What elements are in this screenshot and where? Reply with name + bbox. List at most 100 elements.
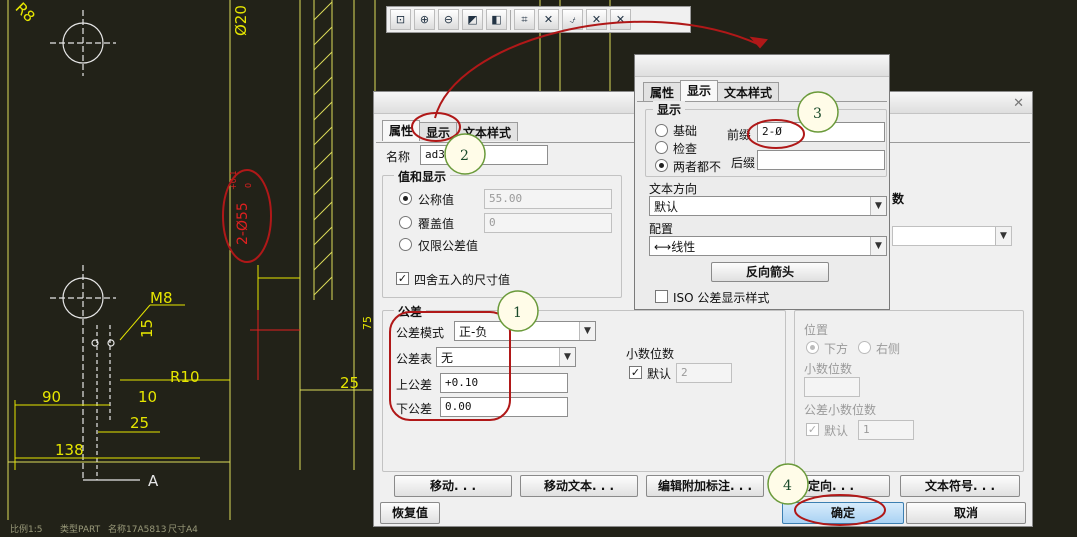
value-group-title: 值和显示	[394, 168, 451, 185]
dim-90[interactable]: 90	[42, 388, 61, 406]
cancel-button[interactable]: 取消	[906, 502, 1026, 524]
lower-tolerance-input[interactable]: 0.00	[440, 397, 568, 417]
dim-138[interactable]: 138	[55, 441, 84, 459]
flip-arrows-button[interactable]: 反向箭头	[711, 262, 829, 282]
repaint-icon[interactable]: ◩	[462, 9, 483, 30]
nominal-value-input[interactable]: 55.00	[484, 189, 612, 209]
upper-tolerance-input[interactable]: +0.10	[440, 373, 568, 393]
right-config-select[interactable]: ▼	[892, 226, 1012, 246]
tol-default-label: 默认	[824, 424, 849, 438]
front-titlebar[interactable]	[635, 55, 889, 77]
dim-m8[interactable]: M8	[150, 289, 173, 307]
default-decimals-label: 默认	[647, 367, 672, 381]
config-value: ⟷线性	[654, 240, 696, 254]
name-label: 名称	[386, 150, 411, 164]
neither-label: 两者都不	[673, 160, 722, 174]
front-tabs: 属性 显示 文本样式	[643, 80, 780, 101]
name-input[interactable]: ad3	[420, 145, 548, 165]
override-radio[interactable]	[399, 216, 412, 229]
default-decimals-checkbox[interactable]: ✓	[629, 366, 642, 379]
close-icon[interactable]: ✕	[1013, 96, 1024, 111]
tol-default-input[interactable]: 1	[858, 420, 914, 440]
chevron-down-icon: ▼	[870, 197, 886, 215]
zoom-out-icon[interactable]: ⊖	[438, 9, 459, 30]
datum-plane-icon[interactable]: ✕	[538, 9, 559, 30]
zoom-fit-icon[interactable]: ⊡	[390, 9, 411, 30]
text-direction-select[interactable]: 默认 ▼	[649, 196, 887, 216]
basic-radio[interactable]	[655, 124, 668, 137]
dim-r10[interactable]: R10	[170, 368, 200, 386]
position-right-radio[interactable]	[858, 341, 871, 354]
position-label: 位置	[804, 323, 829, 337]
suffix-label: 后缀	[731, 156, 756, 170]
dim-10[interactable]: 10	[138, 388, 157, 406]
datum-a: A	[148, 472, 159, 490]
dim-25-right[interactable]: 25	[340, 374, 359, 392]
tolerance-only-radio[interactable]	[399, 238, 412, 251]
tol-decimals-label: 公差小数位数	[804, 403, 877, 417]
datum-point-icon[interactable]: ✕	[586, 9, 607, 30]
tolerance-mode-select[interactable]: 正-负 ▼	[454, 321, 596, 341]
dim-25-left[interactable]: 25	[130, 414, 149, 432]
chevron-down-icon: ▼	[870, 237, 886, 255]
tab-text-style[interactable]: 文本样式	[456, 122, 519, 141]
display-group-title: 显示	[653, 101, 686, 118]
coord-sys-icon[interactable]: ✕	[610, 9, 631, 30]
orient-button[interactable]: 定向. . .	[772, 475, 890, 497]
right-decimals-input[interactable]	[804, 377, 860, 397]
basic-label: 基础	[673, 124, 698, 138]
inspect-label: 检查	[673, 142, 698, 156]
override-value-input[interactable]: 0	[484, 213, 612, 233]
suffix-input[interactable]	[757, 150, 885, 170]
default-decimals-input[interactable]: 2	[676, 363, 732, 383]
round-checkbox[interactable]: ✓	[396, 272, 409, 285]
inspect-radio[interactable]	[655, 141, 668, 154]
restore-button[interactable]: 恢复值	[380, 502, 440, 524]
tolerance-table-value: 无	[441, 351, 454, 365]
dim-15[interactable]: 15	[138, 319, 156, 338]
highlight-dim-text: 2-Ø55	[235, 202, 251, 245]
position-right-label: 右侧	[876, 342, 901, 356]
position-below-label: 下方	[824, 342, 849, 356]
upper-tolerance-label: 上公差	[396, 378, 433, 392]
move-button[interactable]: 移动. . .	[394, 475, 512, 497]
tolerance-only-label: 仅限公差值	[418, 239, 479, 253]
move-text-button[interactable]: 移动文本. . .	[520, 475, 638, 497]
status-name: 名称17A5813	[108, 523, 167, 535]
tol-default-checkbox[interactable]: ✓	[806, 423, 819, 436]
position-below-radio[interactable]	[806, 341, 819, 354]
chevron-down-icon: ▼	[995, 227, 1011, 245]
status-size: 尺寸A4	[168, 523, 198, 535]
front-tab-text-style[interactable]: 文本样式	[717, 82, 780, 101]
front-tab-display[interactable]: 显示	[680, 80, 719, 101]
status-scale: 比例1:5	[10, 523, 43, 535]
iso-checkbox[interactable]	[655, 290, 668, 303]
view-3d-icon[interactable]: ◧	[486, 9, 507, 30]
nominal-radio[interactable]	[399, 192, 412, 205]
config-select[interactable]: ⟷线性 ▼	[649, 236, 887, 256]
edit-attached-button[interactable]: 编辑附加标注. . .	[646, 475, 764, 497]
dim-diameter-20[interactable]: Ø20	[232, 5, 250, 36]
override-label: 覆盖值	[418, 217, 455, 231]
prefix-label: 前缀	[727, 128, 752, 142]
front-tab-properties[interactable]: 属性	[643, 82, 682, 101]
main-tabs: 属性 显示 文本样式	[382, 120, 519, 141]
decimal-places-title: 小数位数	[626, 347, 675, 361]
ok-button[interactable]: 确定	[782, 502, 904, 524]
right-decimals-label: 小数位数	[804, 362, 853, 376]
text-symbol-button[interactable]: 文本符号. . .	[900, 475, 1020, 497]
annotation-icon[interactable]: ⌗	[514, 9, 535, 30]
datum-axis-icon[interactable]: ⍻	[562, 9, 583, 30]
neither-radio[interactable]	[655, 159, 668, 172]
display-tab-dialog: 属性 显示 文本样式 显示 基础 检查 两者都不 前缀 2-Ø 后缀 文本方向 …	[634, 54, 890, 310]
prefix-input[interactable]: 2-Ø	[757, 122, 885, 142]
toolbar-separator	[510, 9, 511, 30]
tab-display[interactable]: 显示	[419, 122, 458, 141]
round-label: 四舍五入的尺寸值	[414, 273, 511, 287]
tab-properties[interactable]: 属性	[382, 120, 421, 141]
view-toolbar: ⊡ ⊕ ⊖ ◩ ◧ ⌗ ✕ ⍻ ✕ ✕	[386, 6, 691, 33]
tolerance-table-select[interactable]: 无 ▼	[436, 347, 576, 367]
text-direction-value: 默认	[654, 200, 679, 214]
config-label: 配置	[649, 222, 674, 236]
zoom-in-icon[interactable]: ⊕	[414, 9, 435, 30]
